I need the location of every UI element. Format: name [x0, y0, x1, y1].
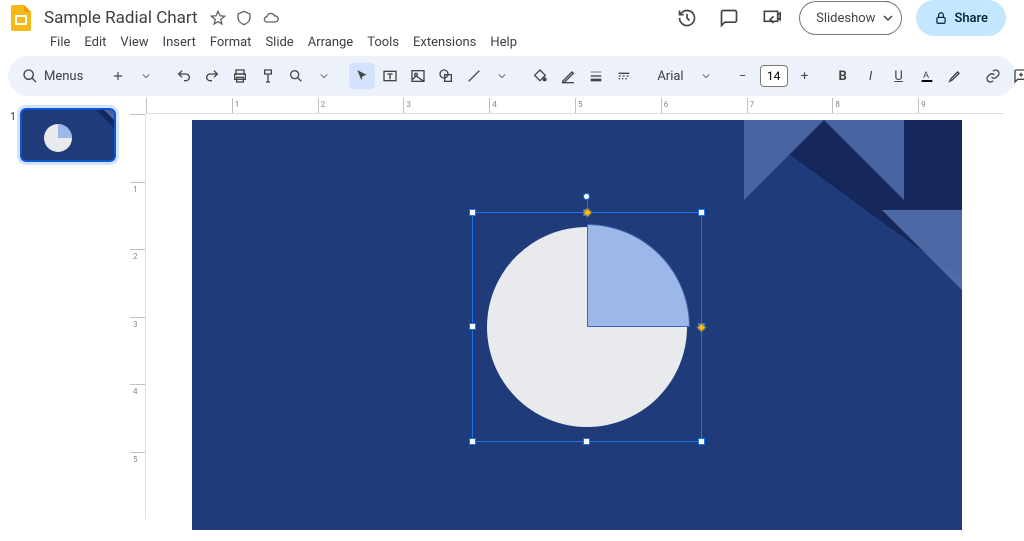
underline-button[interactable]: U — [886, 63, 912, 89]
new-slide-dropdown[interactable] — [133, 63, 159, 89]
fill-color-button[interactable] — [527, 63, 553, 89]
resize-handle-ne[interactable] — [698, 209, 705, 216]
font-size-input[interactable] — [760, 65, 788, 87]
menu-edit[interactable]: Edit — [78, 33, 112, 52]
zoom-button[interactable] — [283, 63, 309, 89]
ruler-tick: 7 — [750, 100, 755, 109]
menu-file[interactable]: File — [44, 33, 76, 52]
share-button[interactable]: Share — [916, 0, 1006, 36]
increase-font-button[interactable]: + — [792, 63, 818, 89]
selection-box[interactable] — [472, 212, 702, 442]
workspace: 1 1 2 3 4 5 6 7 8 9 1 2 3 4 — [0, 98, 1024, 539]
slide-number: 1 — [6, 108, 16, 162]
menu-view[interactable]: View — [114, 33, 154, 52]
slide-decoration-triangle — [882, 210, 962, 290]
ruler-tick: 2 — [321, 100, 326, 109]
menu-tools[interactable]: Tools — [361, 33, 405, 52]
comment-button[interactable] — [1008, 63, 1024, 89]
share-label: Share — [954, 11, 988, 26]
slide[interactable] — [192, 120, 962, 530]
menu-slide[interactable]: Slide — [259, 33, 299, 52]
menu-arrange[interactable]: Arrange — [302, 33, 359, 52]
ruler-tick: 4 — [133, 387, 138, 396]
ruler-tick: 1 — [235, 100, 240, 109]
slideshow-dropdown[interactable] — [875, 1, 902, 35]
cloud-status-icon[interactable] — [262, 10, 280, 26]
doc-title[interactable]: Sample Radial Chart — [40, 6, 202, 30]
shape-tool[interactable] — [433, 63, 459, 89]
menus-label: Menus — [44, 69, 83, 84]
menu-help[interactable]: Help — [484, 33, 523, 52]
highlight-button[interactable] — [942, 63, 968, 89]
star-icon[interactable] — [210, 10, 226, 26]
resize-handle-nw[interactable] — [469, 209, 476, 216]
ruler-tick: 9 — [921, 100, 926, 109]
filmstrip: 1 — [0, 98, 122, 539]
ruler-tick: 1 — [133, 185, 138, 194]
lock-icon — [934, 11, 948, 25]
link-button[interactable] — [980, 63, 1006, 89]
menu-insert[interactable]: Insert — [157, 33, 202, 52]
toolbar: Menus Arial − + B I U A 123 Format — [8, 56, 1016, 96]
decrease-font-button[interactable]: − — [730, 63, 756, 89]
canvas[interactable]: 1 2 3 4 5 6 7 8 9 1 2 3 4 5 — [122, 98, 1024, 539]
search-icon — [22, 68, 38, 84]
italic-button[interactable]: I — [858, 63, 884, 89]
menu-extensions[interactable]: Extensions — [407, 33, 482, 52]
resize-handle-sw[interactable] — [469, 438, 476, 445]
present-icon[interactable] — [757, 4, 785, 32]
image-tool[interactable] — [405, 63, 431, 89]
thumb-decoration — [104, 110, 114, 120]
textbox-tool[interactable] — [377, 63, 403, 89]
ruler-tick: 3 — [406, 100, 411, 109]
thumb-pie-slice — [58, 124, 72, 138]
text-color-button[interactable]: A — [914, 63, 940, 89]
new-slide-button[interactable] — [105, 63, 131, 89]
ruler-tick: 2 — [133, 252, 138, 261]
print-button[interactable] — [227, 63, 253, 89]
paint-format-button[interactable] — [255, 63, 281, 89]
border-dash-button[interactable] — [611, 63, 637, 89]
ruler-tick: 8 — [835, 100, 840, 109]
undo-button[interactable] — [171, 63, 197, 89]
chevron-down-icon — [702, 72, 710, 80]
ruler-tick: 5 — [578, 100, 583, 109]
font-family-select[interactable]: Arial — [649, 69, 717, 84]
slide-decoration-triangle — [744, 120, 904, 200]
resize-handle-s[interactable] — [583, 438, 590, 445]
ruler-tick: 6 — [664, 100, 669, 109]
ruler-tick: 5 — [133, 455, 138, 464]
search-menus[interactable]: Menus — [16, 66, 93, 86]
line-dropdown[interactable] — [489, 63, 515, 89]
resize-handle-se[interactable] — [698, 438, 705, 445]
menu-format[interactable]: Format — [204, 33, 258, 52]
slide-thumbnail-1[interactable] — [20, 108, 116, 162]
rotation-handle[interactable] — [583, 193, 590, 200]
font-name: Arial — [657, 69, 683, 84]
vertical-ruler[interactable]: 1 2 3 4 5 — [130, 114, 146, 519]
slides-app-icon[interactable] — [8, 5, 34, 31]
move-icon[interactable] — [236, 10, 252, 26]
ruler-tick: 4 — [492, 100, 497, 109]
ruler-tick: 3 — [133, 320, 138, 329]
resize-handle-w[interactable] — [469, 323, 476, 330]
comments-icon[interactable] — [715, 4, 743, 32]
select-tool[interactable] — [349, 63, 375, 89]
svg-text:A: A — [923, 70, 929, 81]
border-weight-button[interactable] — [583, 63, 609, 89]
border-color-button[interactable] — [555, 63, 581, 89]
horizontal-ruler[interactable]: 1 2 3 4 5 6 7 8 9 — [146, 98, 1004, 114]
bold-button[interactable]: B — [830, 63, 856, 89]
redo-button[interactable] — [199, 63, 225, 89]
zoom-dropdown[interactable] — [311, 63, 337, 89]
line-tool[interactable] — [461, 63, 487, 89]
history-icon[interactable] — [673, 4, 701, 32]
title-bar: Sample Radial Chart Slideshow Share — [0, 0, 1024, 32]
